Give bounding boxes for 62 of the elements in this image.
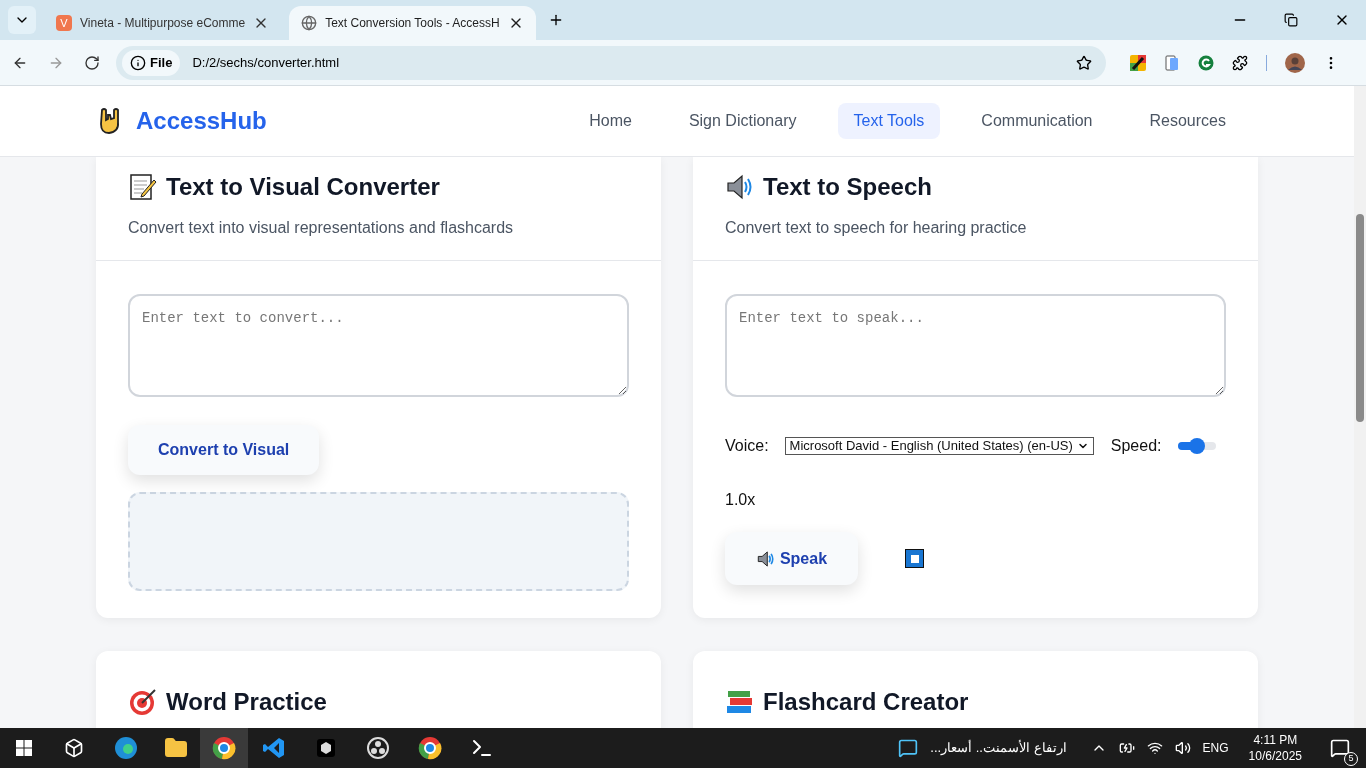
scrollbar[interactable]	[1354, 86, 1366, 728]
bookmark-star-icon[interactable]	[1076, 54, 1092, 71]
volume-icon[interactable]	[1174, 740, 1191, 756]
card-subtitle: Convert text into visual representations and flashcards	[128, 218, 515, 238]
site-logo[interactable]: AccessHub	[136, 103, 267, 139]
stop-button[interactable]	[905, 549, 924, 568]
card-title: Word Practice	[166, 687, 327, 717]
nav-link[interactable]: Sign Dictionary	[672, 103, 813, 139]
card-title: Text to Speech	[763, 172, 932, 202]
windows-start-icon[interactable]	[16, 740, 32, 756]
speed-reading: 1.0x	[725, 490, 756, 510]
cube-app-icon[interactable]	[314, 736, 338, 760]
notifications-icon[interactable]	[1330, 738, 1350, 758]
notification-count: 5	[1344, 752, 1358, 766]
tab-title: Vineta - Multipurpose eComme	[80, 15, 246, 32]
url-text: D:/2/sechs/converter.html	[192, 53, 341, 72]
recorder-icon[interactable]	[366, 736, 390, 760]
memo-icon	[128, 172, 158, 202]
wifi-icon[interactable]	[1146, 740, 1163, 756]
browser-tab[interactable]: V Vineta - Multipurpose eComme	[44, 6, 282, 40]
voice-label: Voice:	[725, 436, 769, 456]
speak-button[interactable]: Speak	[725, 532, 858, 585]
card-subtitle: Convert text to speech for hearing practice	[725, 218, 1028, 238]
browser-app-icon[interactable]	[114, 736, 138, 760]
text-input-field[interactable]: Enter text to speak...	[725, 294, 1226, 397]
voice-select[interactable]: Microsoft David - English (United States) (en-US)	[784, 437, 1094, 455]
tab-list-button[interactable]	[8, 6, 36, 34]
browser-tab[interactable]: Text Conversion Tools - AccessH	[289, 6, 536, 40]
info-icon	[130, 54, 146, 71]
avatar-icon[interactable]	[1285, 52, 1305, 73]
speaker-icon	[755, 549, 776, 568]
nav-link[interactable]: Resources	[1133, 103, 1242, 139]
color-picker-icon[interactable]	[1130, 54, 1146, 71]
battery-icon[interactable]	[1118, 740, 1135, 756]
extensions-icon[interactable]	[1232, 54, 1248, 71]
chrome-icon	[212, 736, 236, 760]
folder-icon[interactable]	[164, 736, 188, 760]
tab-title: Text Conversion Tools - AccessH	[325, 15, 500, 32]
news-widget-icon[interactable]	[898, 738, 919, 758]
speed-slider[interactable]	[1177, 438, 1216, 454]
language-indicator[interactable]: ENG	[1202, 739, 1229, 757]
news-headline[interactable]: ارتفاع الأسمنت.. أسعار...	[930, 738, 1067, 758]
nav-link[interactable]: Text Tools	[837, 103, 941, 139]
convert-button[interactable]: Convert to Visual	[128, 425, 320, 475]
card-title: Text to Visual Converter	[166, 172, 440, 202]
site-info-chip[interactable]: File	[122, 49, 181, 76]
speed-label: Speed:	[1110, 436, 1162, 456]
globe-icon	[301, 15, 318, 31]
site-icon: V	[56, 15, 72, 31]
grammar-icon[interactable]	[1198, 54, 1214, 71]
chrome-icon[interactable]	[418, 736, 442, 760]
address-bar[interactable]: File D:/2/sechs/converter.html	[116, 45, 1106, 80]
nav-link[interactable]: Home	[573, 103, 648, 139]
nav-link[interactable]: Communication	[965, 103, 1109, 139]
reload-icon[interactable]	[84, 54, 100, 71]
clock[interactable]: 4:11 PM 10/6/2025	[1248, 732, 1302, 764]
text-input-field[interactable]: Enter text to convert...	[128, 294, 629, 397]
restore-icon[interactable]	[1284, 13, 1298, 27]
taskbar-app-button[interactable]	[200, 728, 248, 768]
code-editor-icon[interactable]	[262, 736, 286, 760]
target-icon	[128, 687, 158, 717]
card-title: Flashcard Creator	[763, 687, 969, 717]
